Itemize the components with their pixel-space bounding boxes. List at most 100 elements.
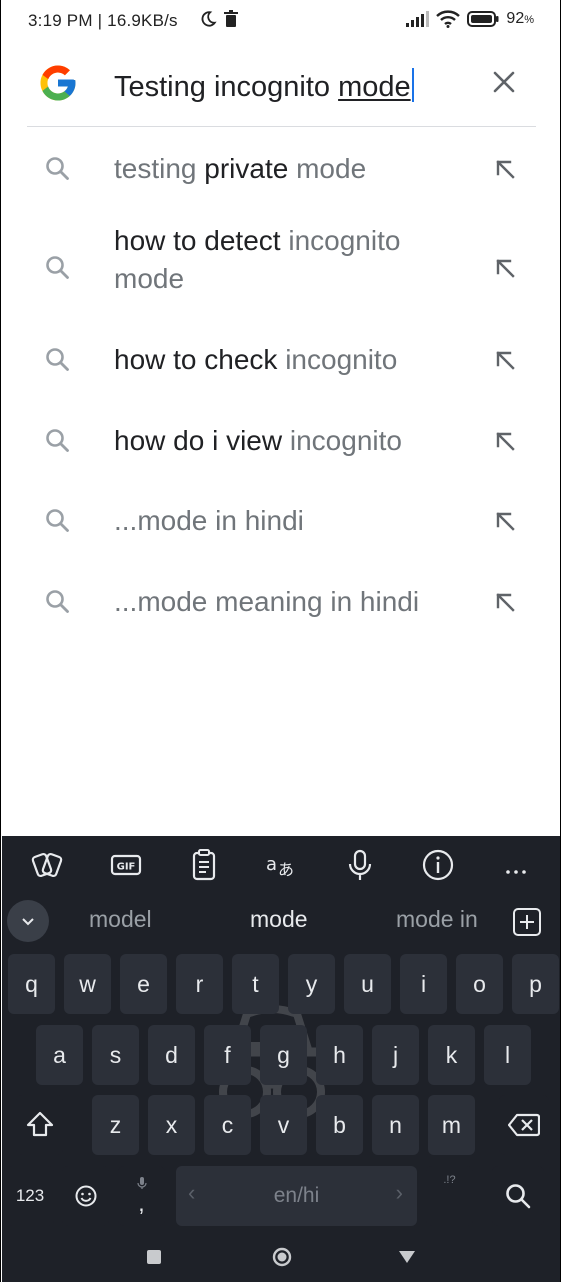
- suggestion-item[interactable]: ...mode in hindi: [1, 494, 560, 548]
- suggestion-item[interactable]: how do i view incognito: [1, 414, 560, 468]
- back-icon[interactable]: [398, 1250, 416, 1264]
- key-w[interactable]: w: [64, 954, 111, 1014]
- word-suggestion-bar: model mode mode in: [2, 892, 560, 948]
- search-icon: [46, 509, 69, 532]
- key-v[interactable]: v: [260, 1095, 307, 1155]
- key-m[interactable]: m: [428, 1095, 475, 1155]
- signal-icon: [406, 11, 430, 27]
- arrow-up-left-icon[interactable]: [491, 427, 519, 455]
- suggestion-text-part: testing: [114, 153, 205, 184]
- search-icon: [46, 157, 69, 180]
- key-f[interactable]: f: [204, 1025, 251, 1085]
- key-l[interactable]: l: [484, 1025, 531, 1085]
- arrow-up-left-icon[interactable]: [491, 254, 519, 282]
- gif-icon[interactable]: GIF: [109, 848, 143, 882]
- suggestion-text-part: how do i view: [114, 425, 290, 456]
- suggestion-text: ...mode in hindi: [114, 502, 474, 540]
- search-icon: [46, 256, 69, 279]
- key-j[interactable]: j: [372, 1025, 419, 1085]
- svg-text:GIF: GIF: [117, 862, 136, 873]
- query-composing-word: mode: [338, 71, 411, 103]
- word-suggestion-mode[interactable]: mode: [250, 906, 308, 933]
- suggestion-item[interactable]: how to check incognito: [1, 333, 560, 387]
- key-g[interactable]: g: [260, 1025, 307, 1085]
- search-icon: [46, 429, 69, 452]
- microphone-icon[interactable]: [343, 848, 377, 882]
- emoji-icon: [75, 1185, 96, 1207]
- punctuation-key[interactable]: .!?: [426, 1166, 473, 1226]
- suggestion-text: testing private mode: [114, 150, 474, 188]
- close-icon[interactable]: [489, 67, 519, 97]
- key-s[interactable]: s: [92, 1025, 139, 1085]
- chevron-right-icon: ›: [395, 1180, 403, 1205]
- word-suggestion-model[interactable]: model: [89, 906, 152, 933]
- key-e[interactable]: e: [120, 954, 167, 1014]
- suggestion-item[interactable]: how to detect incognito mode: [1, 222, 560, 314]
- search-icon: [506, 1184, 531, 1209]
- suggestion-text: ...mode meaning in hindi: [114, 583, 474, 621]
- key-p[interactable]: p: [512, 954, 559, 1014]
- key-z[interactable]: z: [92, 1095, 139, 1155]
- numbers-key[interactable]: 123: [6, 1166, 54, 1226]
- arrow-up-left-icon[interactable]: [491, 588, 519, 616]
- backspace-key[interactable]: [499, 1095, 549, 1155]
- suggestion-text: how do i view incognito: [114, 422, 474, 460]
- key-b[interactable]: b: [316, 1095, 363, 1155]
- suggestion-text: how to check incognito: [114, 341, 474, 379]
- search-input[interactable]: Testing incognito mode: [114, 68, 414, 104]
- shift-key[interactable]: [16, 1095, 63, 1155]
- mic-hint-icon: [136, 1176, 147, 1189]
- search-divider: [27, 126, 536, 127]
- key-t[interactable]: t: [232, 954, 279, 1014]
- suggestion-text-part: mode: [288, 153, 367, 184]
- more-icon[interactable]: [499, 848, 533, 882]
- key-y[interactable]: y: [288, 954, 335, 1014]
- key-a[interactable]: a: [36, 1025, 83, 1085]
- add-word-icon[interactable]: [512, 907, 542, 937]
- suggestion-item[interactable]: testing private mode: [1, 142, 560, 196]
- space-key[interactable]: ‹ en/hi ›: [176, 1166, 417, 1226]
- svg-text:a: a: [266, 854, 277, 875]
- collapse-button[interactable]: [7, 900, 49, 942]
- delete-icon: [224, 10, 238, 27]
- backspace-icon: [508, 1113, 540, 1137]
- search-key[interactable]: [492, 1166, 544, 1226]
- status-bar: 3:19 PM | 16.9KB/s 92%: [1, 0, 560, 44]
- shift-icon: [26, 1111, 53, 1137]
- search-icon: [46, 590, 69, 613]
- stickers-icon[interactable]: [30, 848, 64, 882]
- keyboard-toolbar: GIF aあ: [2, 836, 560, 892]
- arrow-up-left-icon[interactable]: [491, 155, 519, 183]
- key-i[interactable]: i: [400, 954, 447, 1014]
- space-label: en/hi: [273, 1184, 320, 1207]
- key-d[interactable]: d: [148, 1025, 195, 1085]
- word-suggestion-mode-in[interactable]: mode in: [396, 906, 478, 933]
- navigation-bar: [2, 1234, 560, 1282]
- search-header: Testing incognito mode: [1, 56, 560, 112]
- clipboard-icon[interactable]: [187, 848, 221, 882]
- info-icon[interactable]: [421, 848, 455, 882]
- emoji-key[interactable]: [62, 1166, 109, 1226]
- key-x[interactable]: x: [148, 1095, 195, 1155]
- arrow-up-left-icon[interactable]: [491, 346, 519, 374]
- suggestion-item[interactable]: ...mode meaning in hindi: [1, 575, 560, 629]
- key-c[interactable]: c: [204, 1095, 251, 1155]
- comma-key[interactable]: ,: [118, 1166, 165, 1226]
- home-icon[interactable]: [272, 1247, 292, 1267]
- arrow-up-left-icon[interactable]: [491, 507, 519, 535]
- text-cursor: [411, 68, 414, 102]
- query-text: Testing incognito: [114, 71, 339, 103]
- comma-label: ,: [138, 1189, 145, 1216]
- wifi-icon: [436, 10, 461, 28]
- key-o[interactable]: o: [456, 954, 503, 1014]
- suggestion-text-part: incognito: [285, 344, 398, 375]
- svg-text:あ: あ: [278, 860, 294, 879]
- key-q[interactable]: q: [8, 954, 55, 1014]
- key-u[interactable]: u: [344, 954, 391, 1014]
- key-h[interactable]: h: [316, 1025, 363, 1085]
- recents-icon[interactable]: [147, 1250, 161, 1264]
- key-k[interactable]: k: [428, 1025, 475, 1085]
- translate-icon[interactable]: aあ: [265, 848, 299, 882]
- key-n[interactable]: n: [372, 1095, 419, 1155]
- key-r[interactable]: r: [176, 954, 223, 1014]
